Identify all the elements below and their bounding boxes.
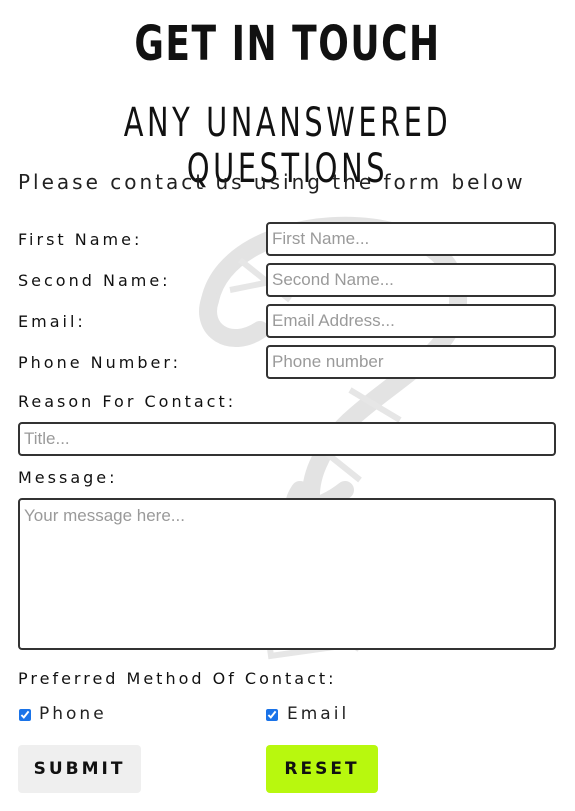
- page-title: GET IN TOUCH: [134, 16, 441, 72]
- reason-label: Reason For Contact:: [18, 392, 237, 411]
- first-name-label: First Name:: [18, 230, 143, 249]
- submit-button[interactable]: SUBMIT: [18, 745, 141, 793]
- intro-text: Please contact us using the form below: [18, 170, 526, 194]
- preferred-contact-label: Preferred Method Of Contact:: [18, 669, 337, 688]
- second-name-input[interactable]: [266, 263, 556, 297]
- email-input[interactable]: [266, 304, 556, 338]
- first-name-input[interactable]: [266, 222, 556, 256]
- message-label: Message:: [18, 468, 118, 487]
- phone-checkbox[interactable]: [19, 709, 31, 721]
- reset-button[interactable]: RESET: [266, 745, 378, 793]
- message-textarea[interactable]: [18, 498, 556, 650]
- second-name-label: Second Name:: [18, 271, 171, 290]
- email-option-label: Email: [287, 704, 350, 724]
- reason-input[interactable]: [18, 422, 556, 456]
- phone-label: Phone Number:: [18, 353, 182, 372]
- email-label: Email:: [18, 312, 86, 331]
- phone-input[interactable]: [266, 345, 556, 379]
- phone-option-label: Phone: [39, 704, 107, 724]
- email-checkbox[interactable]: [266, 709, 278, 721]
